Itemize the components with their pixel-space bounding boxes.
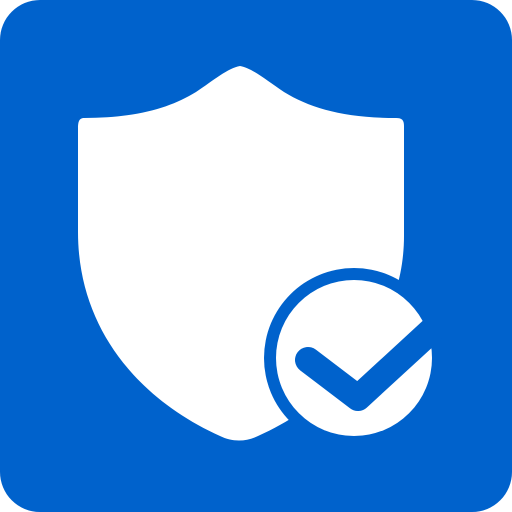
app-icon [0,0,512,512]
